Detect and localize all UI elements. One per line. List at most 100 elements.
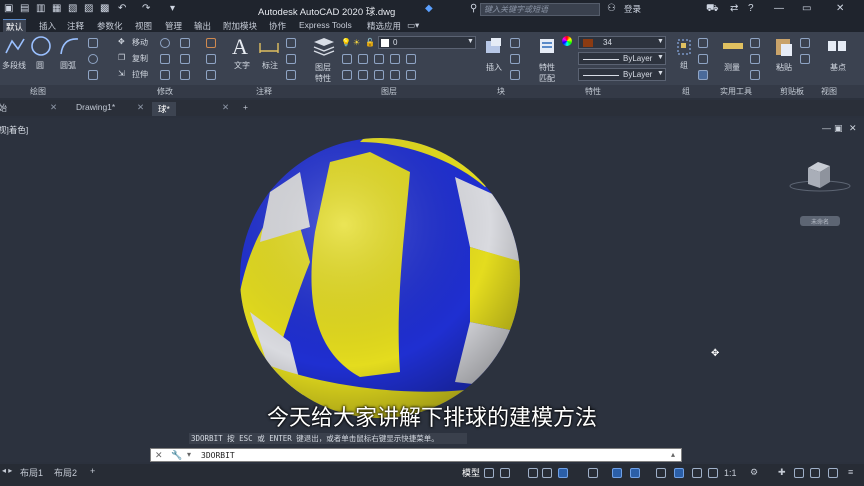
insert-button[interactable]: 插入 [486,62,502,73]
insert-block-icon[interactable] [484,37,504,55]
layer-dropdown[interactable]: 0 ▼ [378,36,476,49]
snap-icon[interactable] [500,468,510,478]
layer-tool-7-icon[interactable] [358,70,368,80]
layer-tool-4-icon[interactable] [390,54,400,64]
polyline-button[interactable]: 多段线 [2,60,26,71]
isolate-objects-icon[interactable] [794,468,804,478]
layout-tab-1[interactable]: 布局1 [20,466,43,479]
copy-clip-icon[interactable] [800,54,810,64]
layer-properties-button[interactable]: 图层特性 [315,62,335,84]
panel-title-groups[interactable]: 组 [682,86,690,97]
rotate-icon[interactable] [160,38,170,48]
viewport-close-icon[interactable]: ✕ [849,123,857,134]
move-button[interactable]: 移动 [132,37,148,48]
annotation-plus-icon[interactable]: ✚ [778,467,786,478]
new-file-icon[interactable]: ▤ [20,3,29,14]
offset-icon[interactable] [206,70,216,80]
print-icon[interactable]: ▨ [84,3,93,14]
command-line[interactable]: ✕ 🔧 ▾ 3DORBIT ▴ [150,448,682,462]
stretch-button[interactable]: 拉伸 [132,69,148,80]
tab-close-icon[interactable]: ✕ [50,102,57,113]
circle-button[interactable]: 圆 [36,60,44,71]
undo-icon[interactable]: ↶ [118,3,126,14]
panel-title-block[interactable]: 块 [497,86,505,97]
restore-icon[interactable]: ▭ [802,3,811,14]
circle-icon[interactable] [30,35,52,57]
color-wheel-icon[interactable] [562,36,572,46]
layer-tool-9-icon[interactable] [390,70,400,80]
workspace-gear-icon[interactable]: ⚙ [750,467,758,478]
group-icon[interactable] [676,37,694,57]
quick-access-dropdown-icon[interactable]: ▾ [170,3,175,14]
tab-insert[interactable]: 插入 [36,19,59,33]
layer-tool-8-icon[interactable] [374,70,384,80]
scale-icon[interactable] [160,70,170,80]
viewport-restore-icon[interactable]: ▣ [834,123,843,134]
tab-close-icon[interactable]: ✕ [222,102,229,113]
utility-3-icon[interactable] [750,70,760,80]
trim-icon[interactable] [180,38,190,48]
tab-collaborate[interactable]: 协作 [266,19,289,33]
group-button[interactable]: 组 [680,60,688,71]
share-icon[interactable]: ◆ [425,3,433,14]
object-snap-icon[interactable] [630,468,640,478]
explode-icon[interactable] [206,54,216,64]
mirror-icon[interactable] [160,54,170,64]
model-tab-nav-icon[interactable]: ◂ ▸ [2,466,12,475]
auto-scale-icon[interactable] [708,468,718,478]
sign-in-link[interactable]: 登录 [624,3,641,15]
copy-icon[interactable]: ❐ [118,53,125,62]
leader-icon[interactable] [286,54,296,64]
tab-output[interactable]: 输出 [191,19,214,33]
panel-title-properties[interactable]: 特性 [585,86,601,97]
tab-parametric[interactable]: 参数化 [94,19,126,33]
customize-menu-icon[interactable]: ≡ [848,467,853,477]
move-icon[interactable]: ✥ [118,37,125,46]
layer-freeze-icon[interactable]: ☀ [353,38,360,47]
viewport-controls-label[interactable]: 视]着色] [0,124,28,136]
open-file-icon[interactable]: ▥ [36,3,45,14]
ungroup-icon[interactable] [698,38,708,48]
tab-sphere[interactable]: 球* [152,102,176,116]
add-layout-button[interactable]: + [90,466,95,476]
tab-annotate[interactable]: 注释 [64,19,87,33]
viewcube[interactable]: 未命名 [788,152,852,232]
group-select-icon[interactable] [698,70,708,80]
minimize-icon[interactable]: — [774,3,784,14]
panel-title-view[interactable]: 视图 [821,86,837,97]
cut-icon[interactable] [800,38,810,48]
hardware-acceleration-icon[interactable] [810,468,820,478]
help-icon[interactable]: ⚇ [607,3,616,14]
create-block-icon[interactable] [510,38,520,48]
text-button[interactable]: 文字 [234,60,250,71]
measure-icon[interactable] [722,39,744,53]
paste-icon[interactable] [774,36,794,58]
dimension-button[interactable]: 标注 [262,60,278,71]
close-icon[interactable]: ✕ [836,3,844,14]
isodraft-icon[interactable] [588,468,598,478]
annotation-visibility-icon[interactable] [692,468,702,478]
tab-express-tools[interactable]: Express Tools [296,19,355,31]
new-tab-button[interactable]: + [243,102,248,112]
layer-tool-10-icon[interactable] [406,70,416,80]
stretch-icon[interactable]: ⇲ [118,69,125,78]
polar-icon[interactable] [558,468,568,478]
copy-button[interactable]: 复制 [132,53,148,64]
match-properties-button[interactable]: 特性匹配 [539,62,559,84]
arc-button[interactable]: 圆弧 [60,60,76,71]
rectangle-icon[interactable] [88,38,98,48]
annotation-scale[interactable]: 1:1 [724,468,737,478]
layer-tool-5-icon[interactable] [406,54,416,64]
layer-on-icon[interactable]: 💡 [341,38,351,47]
panel-title-utilities[interactable]: 实用工具 [720,86,752,97]
layout-tab-2[interactable]: 布局2 [54,466,77,479]
panel-title-modify[interactable]: 修改 [157,86,173,97]
base-view-button[interactable]: 基点 [830,62,846,73]
command-input[interactable]: 3DORBIT [201,451,235,460]
tab-close-icon[interactable]: ✕ [137,102,144,113]
paste-button[interactable]: 粘贴 [776,62,792,73]
linetype-dropdown[interactable]: ByLayer ▼ [578,52,666,65]
search-icon[interactable]: ⚲ [470,3,477,14]
tab-start[interactable]: 开始 [0,102,7,114]
text-icon[interactable]: A [232,34,248,60]
